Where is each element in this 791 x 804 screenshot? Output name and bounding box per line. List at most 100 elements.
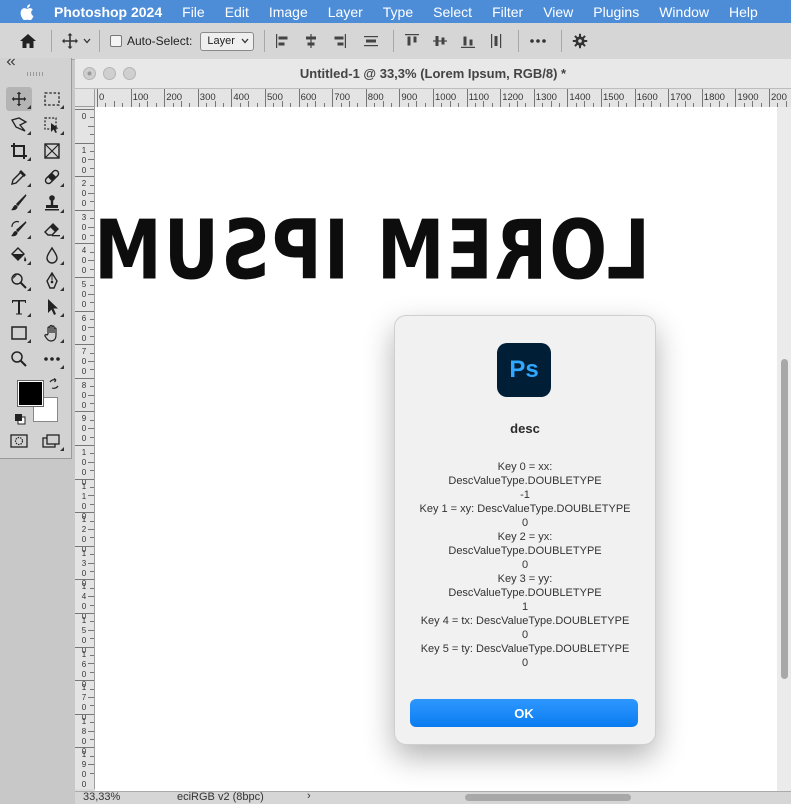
ruler-minor-tick xyxy=(88,495,94,497)
dialog-message: Key 0 = xx: DescValueType.DOUBLETYPE -1 Key… xyxy=(395,460,655,670)
menu-edit[interactable]: Edit xyxy=(225,4,249,20)
vertical-scroll-thumb[interactable] xyxy=(781,359,788,679)
swap-colors-icon[interactable] xyxy=(48,377,60,395)
eyedropper-icon[interactable] xyxy=(6,165,32,189)
eraser-icon[interactable] xyxy=(39,217,65,241)
menu-view[interactable]: View xyxy=(543,4,573,20)
blur-icon[interactable] xyxy=(39,243,65,267)
ruler-minor-tick xyxy=(88,596,94,598)
chevron-down-icon[interactable] xyxy=(83,38,91,44)
ruler-minor-tick xyxy=(88,764,94,766)
zoom-icon[interactable] xyxy=(6,347,32,371)
hand-icon[interactable] xyxy=(39,321,65,345)
ruler-label: 100 xyxy=(132,92,149,103)
ruler-label: 900 xyxy=(81,414,87,444)
vertical-scrollbar[interactable] xyxy=(777,107,791,791)
dialog-message-line: 0 xyxy=(521,517,529,529)
menu-help[interactable]: Help xyxy=(729,4,758,20)
menu-file[interactable]: File xyxy=(182,4,205,20)
ruler-minor-tick xyxy=(90,587,94,589)
spot-healing-brush-icon[interactable] xyxy=(39,165,65,189)
zoom-level[interactable]: 33,33% xyxy=(83,791,120,803)
ok-button[interactable]: OK xyxy=(410,699,638,727)
history-brush-icon[interactable] xyxy=(6,217,32,241)
menu-type[interactable]: Type xyxy=(383,4,413,20)
dialog-message-line: 1 xyxy=(521,601,529,613)
ruler-label: 100 xyxy=(81,145,87,175)
edit-toolbar-icon[interactable] xyxy=(39,347,65,371)
menu-app-name[interactable]: Photoshop 2024 xyxy=(54,4,162,20)
foreground-color-swatch[interactable] xyxy=(17,380,44,407)
ruler-major-tick xyxy=(634,89,636,107)
paint-bucket-icon[interactable] xyxy=(6,243,32,267)
menu-layer[interactable]: Layer xyxy=(328,4,363,20)
dialog-message-line: 0 xyxy=(521,657,529,669)
type-tool-icon[interactable] xyxy=(6,295,32,319)
align-bottom-icon[interactable] xyxy=(460,33,476,49)
crop-icon[interactable] xyxy=(6,139,32,163)
ruler-minor-tick xyxy=(88,125,94,127)
screen-mode-icon[interactable] xyxy=(39,429,65,453)
ruler-major-tick xyxy=(75,545,94,547)
distribute-vertical-icon[interactable] xyxy=(363,33,379,49)
horizontal-scroll-thumb[interactable] xyxy=(465,794,631,801)
clone-stamp-icon[interactable] xyxy=(39,191,65,215)
lasso-icon[interactable] xyxy=(6,113,32,137)
ruler-minor-tick xyxy=(88,730,94,732)
move-tool-preset-icon[interactable] xyxy=(60,31,80,51)
rectangle-tool-icon[interactable] xyxy=(6,321,32,345)
ruler-minor-tick xyxy=(88,461,94,463)
ruler-minor-tick xyxy=(90,487,94,488)
auto-select-target-dropdown[interactable]: Layer xyxy=(200,31,254,51)
default-colors-icon[interactable] xyxy=(14,412,26,430)
divider xyxy=(392,30,394,52)
ruler-minor-tick xyxy=(88,327,94,329)
align-left-icon[interactable] xyxy=(275,33,291,49)
dodge-icon[interactable] xyxy=(6,269,32,293)
menu-select[interactable]: Select xyxy=(433,4,472,20)
menu-image[interactable]: Image xyxy=(269,4,308,20)
menu-filter[interactable]: Filter xyxy=(492,4,523,20)
status-info-arrow[interactable]: › xyxy=(307,790,311,802)
object-selection-icon[interactable] xyxy=(39,113,65,137)
dialog-title: desc xyxy=(510,421,540,436)
distribute-horizontal-icon[interactable] xyxy=(488,33,504,49)
auto-select-checkbox[interactable] xyxy=(110,35,122,47)
ruler-minor-tick xyxy=(88,361,94,362)
ruler-major-tick xyxy=(466,89,468,107)
ruler-label: 800 xyxy=(81,380,87,410)
align-horizontal-center-icon[interactable] xyxy=(303,33,319,49)
ruler-major-tick xyxy=(75,176,94,178)
dialog-message-line: -1 xyxy=(520,489,530,501)
ruler-major-tick xyxy=(75,512,94,514)
horizontal-ruler[interactable]: 0 100 200 300 400 500 600 700 800 900 1000 1100 1200… xyxy=(95,89,791,108)
home-icon[interactable] xyxy=(19,33,37,49)
ruler-label: 200 xyxy=(81,179,87,209)
align-right-icon[interactable] xyxy=(331,33,347,49)
menu-plugins[interactable]: Plugins xyxy=(593,4,639,20)
gear-icon[interactable] xyxy=(572,33,588,49)
divider xyxy=(99,30,100,52)
align-vertical-center-icon[interactable] xyxy=(432,33,448,49)
menu-window[interactable]: Window xyxy=(659,4,709,20)
ruler-origin[interactable] xyxy=(75,89,95,107)
path-selection-icon[interactable] xyxy=(39,295,65,319)
ruler-minor-tick xyxy=(90,268,94,270)
panel-grip[interactable] xyxy=(27,72,45,76)
collapse-panel-icon[interactable] xyxy=(6,58,16,69)
more-options-icon[interactable] xyxy=(529,38,547,44)
pen-icon[interactable] xyxy=(39,269,65,293)
canvas-text-layer[interactable]: LOREM IPSUM xyxy=(95,204,650,299)
ruler-minor-tick xyxy=(90,503,94,505)
ruler-label: 1500 xyxy=(603,92,625,103)
frame-icon[interactable] xyxy=(39,139,65,163)
brush-icon[interactable] xyxy=(6,191,32,215)
quick-mask-icon[interactable] xyxy=(6,429,32,453)
rectangular-marquee-icon[interactable] xyxy=(39,87,65,111)
ruler-label: 1300 xyxy=(535,92,557,103)
align-top-icon[interactable] xyxy=(404,33,420,49)
move-tool-icon[interactable] xyxy=(6,87,32,111)
apple-icon[interactable] xyxy=(20,3,40,20)
ruler-label: 700 xyxy=(81,347,87,377)
vertical-ruler[interactable]: 0 100 200 300 400 500 600 700 800 900 1000 1100 1200… xyxy=(75,107,95,789)
